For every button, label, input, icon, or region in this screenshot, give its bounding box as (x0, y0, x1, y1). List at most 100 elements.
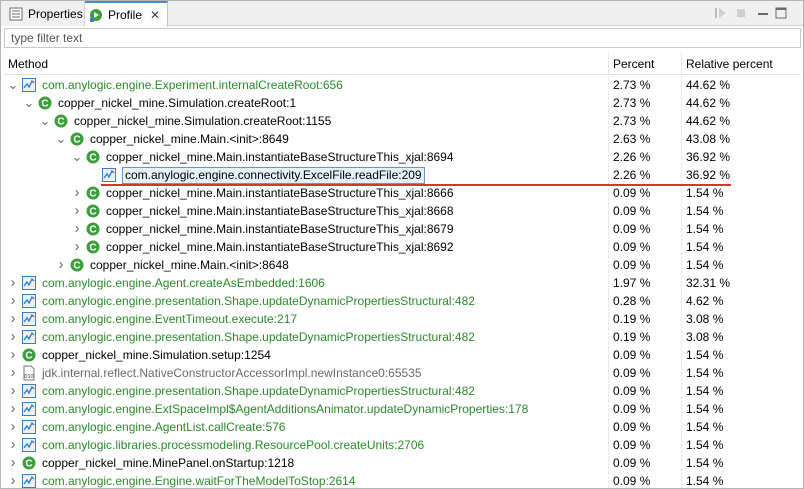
column-relative-percent[interactable]: Relative percent (681, 53, 801, 75)
percent-cell: 0.19 % (608, 310, 681, 328)
method-cell: › com.anylogic.engine.ExtSpaceImpl$AgentA… (4, 400, 608, 418)
chevron-right-icon[interactable]: › (7, 400, 19, 418)
method-label: copper_nickel_mine.Main.instantiateBaseS… (106, 240, 454, 254)
table-row[interactable]: › com.anylogic.libraries.processmodeling.… (4, 436, 801, 454)
method-cell: ⌄ Ccopper_nickel_mine.Main.<init>:8649 (4, 130, 608, 148)
tree-node: ⌄ Ccopper_nickel_mine.Main.instantiateBas… (71, 148, 454, 166)
close-icon[interactable]: ✕ (150, 8, 160, 22)
tab-profile[interactable]: Profile ✕ (85, 1, 168, 27)
chevron-down-icon[interactable]: ⌄ (23, 94, 35, 112)
table-row[interactable]: › Ccopper_nickel_mine.Main.instantiateBas… (4, 202, 801, 220)
chevron-right-icon[interactable]: › (7, 292, 19, 310)
tab-properties[interactable]: Properties (1, 1, 85, 26)
chevron-right-icon[interactable]: › (71, 220, 83, 238)
svg-text:C: C (73, 135, 80, 146)
method-cell: › com.anylogic.engine.Engine.waitForTheMo… (4, 472, 608, 488)
relative-percent-cell: 1.54 % (681, 400, 801, 418)
table-row[interactable]: › Ccopper_nickel_mine.Main.instantiateBas… (4, 220, 801, 238)
method-cell: ⌄ Ccopper_nickel_mine.Simulation.createRo… (4, 94, 608, 112)
table-row[interactable]: › com.anylogic.engine.presentation.Shape.… (4, 328, 801, 346)
chevron-right-icon[interactable]: › (7, 436, 19, 454)
table-row[interactable]: › Ccopper_nickel_mine.Main.<init>:8648 0.0… (4, 256, 801, 274)
chevron-right-icon[interactable]: › (7, 472, 19, 488)
class-icon: C (69, 257, 85, 273)
table-row[interactable]: ⌄ Ccopper_nickel_mine.Simulation.createRo… (4, 112, 801, 130)
chevron-right-icon[interactable]: › (71, 202, 83, 220)
tree-node: › Ccopper_nickel_mine.Main.<init>:8648 (55, 256, 289, 274)
relative-percent-cell: 3.08 % (681, 328, 801, 346)
tree-node: ⌄ com.anylogic.engine.Experiment.internal… (7, 76, 343, 94)
chevron-right-icon[interactable]: › (7, 454, 19, 472)
percent-cell: 0.09 % (608, 346, 681, 364)
svg-text:C: C (25, 351, 32, 362)
chevron-right-icon[interactable]: › (71, 238, 83, 256)
method-label: com.anylogic.engine.connectivity.ExcelFi… (122, 166, 425, 184)
percent-cell: 0.09 % (608, 418, 681, 436)
chevron-right-icon[interactable]: › (55, 256, 67, 274)
table-row[interactable]: › com.anylogic.engine.ExtSpaceImpl$AgentA… (4, 400, 801, 418)
table-row[interactable]: › com.anylogic.engine.EventTimeout.execut… (4, 310, 801, 328)
svg-text:C: C (89, 225, 96, 236)
tree-node: › Ccopper_nickel_mine.Main.instantiateBas… (71, 202, 454, 220)
relative-percent-cell: 32.31 % (681, 274, 801, 292)
method-cell: › Ccopper_nickel_mine.Main.<init>:8648 (4, 256, 608, 274)
method-label: com.anylogic.engine.Agent.createAsEmbedd… (42, 276, 325, 290)
chevron-down-icon[interactable]: ⌄ (39, 112, 51, 130)
chevron-right-icon[interactable]: › (7, 418, 19, 436)
stop-icon[interactable] (733, 5, 749, 21)
relative-percent-cell: 44.62 % (681, 94, 801, 112)
chevron-right-icon[interactable]: › (7, 382, 19, 400)
chevron-down-icon[interactable]: ⌄ (7, 76, 19, 94)
percent-cell: 2.63 % (608, 130, 681, 148)
percent-cell: 2.26 % (608, 166, 681, 184)
relative-percent-cell: 1.54 % (681, 436, 801, 454)
method-icon (21, 329, 37, 345)
chevron-right-icon[interactable]: › (7, 364, 19, 382)
filter-field[interactable] (4, 28, 801, 48)
annotation-underline (101, 184, 731, 186)
table-row[interactable]: › Ccopper_nickel_mine.Simulation.setup:12… (4, 346, 801, 364)
table-row[interactable]: com.anylogic.engine.connectivity.ExcelFi… (4, 166, 801, 184)
table-row[interactable]: › com.anylogic.engine.Engine.waitForTheMo… (4, 472, 801, 488)
table-row[interactable]: › com.anylogic.engine.presentation.Shape.… (4, 382, 801, 400)
table-row[interactable]: › 010 jdk.internal.reflect.NativeConstruct… (4, 364, 801, 382)
table-row[interactable]: ⌄ Ccopper_nickel_mine.Main.instantiateBas… (4, 148, 801, 166)
table-row[interactable]: ⌄ Ccopper_nickel_mine.Simulation.createRo… (4, 94, 801, 112)
maximize-icon[interactable] (773, 5, 789, 21)
tree-node: › Ccopper_nickel_mine.Main.instantiateBas… (71, 238, 454, 256)
minimize-icon[interactable] (755, 5, 771, 21)
table-row[interactable]: › com.anylogic.engine.presentation.Shape.… (4, 292, 801, 310)
column-method[interactable]: Method (4, 53, 608, 75)
percent-cell: 0.09 % (608, 364, 681, 382)
table-row[interactable]: ⌄ com.anylogic.engine.Experiment.internal… (4, 76, 801, 94)
table-row[interactable]: › com.anylogic.engine.AgentList.callCreat… (4, 418, 801, 436)
resume-icon[interactable] (713, 5, 729, 21)
method-icon (21, 275, 37, 291)
relative-percent-cell: 1.54 % (681, 184, 801, 202)
table-row[interactable]: › Ccopper_nickel_mine.Main.instantiateBas… (4, 238, 801, 256)
table-row[interactable]: › Ccopper_nickel_mine.MinePanel.onStartup… (4, 454, 801, 472)
percent-cell: 2.73 % (608, 112, 681, 130)
filter-input[interactable] (11, 31, 800, 45)
table-row[interactable]: ⌄ Ccopper_nickel_mine.Main.<init>:8649 2.6… (4, 130, 801, 148)
tree-node: › 010 jdk.internal.reflect.NativeConstruct… (7, 364, 422, 382)
chevron-down-icon[interactable]: ⌄ (71, 148, 83, 166)
chevron-right-icon[interactable]: › (7, 310, 19, 328)
method-label: com.anylogic.engine.AgentList.callCreate… (42, 420, 286, 434)
chevron-right-icon[interactable]: › (71, 184, 83, 202)
table-row[interactable]: › com.anylogic.engine.Agent.createAsEmbed… (4, 274, 801, 292)
chevron-right-icon[interactable]: › (7, 328, 19, 346)
percent-cell: 0.09 % (608, 220, 681, 238)
method-label: com.anylogic.engine.presentation.Shape.u… (42, 294, 475, 308)
chevron-right-icon[interactable]: › (7, 274, 19, 292)
class-icon: C (85, 221, 101, 237)
method-label: copper_nickel_mine.Main.<init>:8648 (90, 258, 289, 272)
tree-node: › com.anylogic.engine.Engine.waitForTheMo… (7, 472, 356, 488)
method-cell: › 010 jdk.internal.reflect.NativeConstruct… (4, 364, 608, 382)
percent-cell: 0.09 % (608, 472, 681, 488)
table-row[interactable]: › Ccopper_nickel_mine.Main.instantiateBas… (4, 184, 801, 202)
chevron-down-icon[interactable]: ⌄ (55, 130, 67, 148)
percent-cell: 2.73 % (608, 94, 681, 112)
column-percent[interactable]: Percent (608, 53, 681, 75)
chevron-right-icon[interactable]: › (7, 346, 19, 364)
